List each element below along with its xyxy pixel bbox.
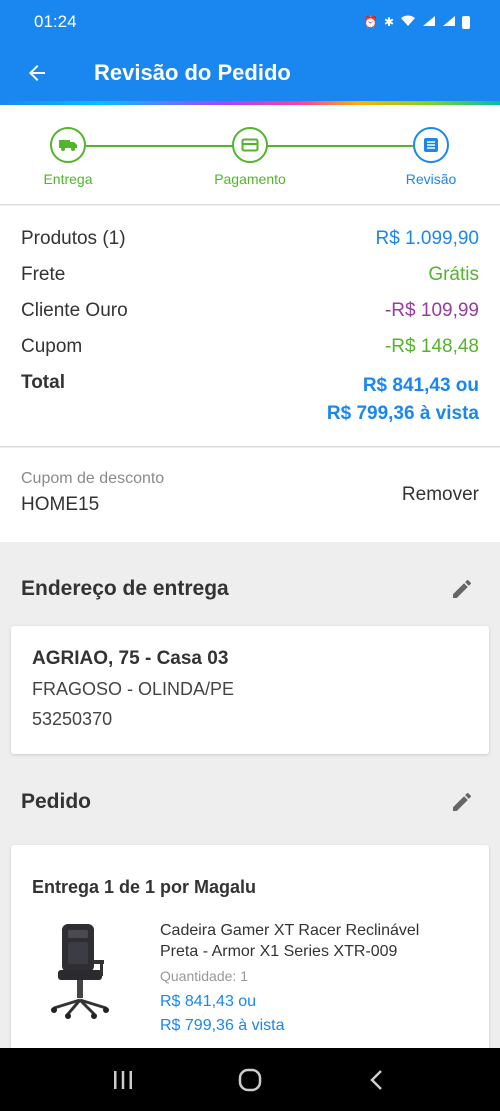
signal-icon	[422, 15, 436, 30]
section-title: Endereço de entrega	[21, 577, 229, 600]
order-summary: Produtos (1) R$ 1.099,90 Frete Grátis Cl…	[0, 206, 500, 447]
address-section-header: Endereço de entrega	[0, 559, 500, 619]
signal-icon-2	[442, 15, 456, 30]
quantity-label: Quantidade:	[160, 968, 237, 984]
edit-address-pencil-icon[interactable]	[448, 575, 476, 603]
home-icon[interactable]	[230, 1060, 270, 1100]
top-bar: 01:24 ⏰ ✱ Revisão do Pedido	[0, 0, 500, 103]
step-revisao[interactable]: Revisão	[371, 127, 491, 187]
summary-value: Grátis	[428, 264, 479, 285]
section-title: Pedido	[21, 790, 92, 813]
back-arrow-icon[interactable]	[24, 60, 50, 86]
bluetooth-icon: ✱	[383, 15, 394, 29]
status-time: 01:24	[34, 12, 77, 31]
wifi-icon	[400, 15, 416, 30]
summary-label: Cliente Ouro	[21, 300, 128, 321]
price-installments: R$ 841,43 ou	[160, 993, 257, 1010]
product-item[interactable]: Cadeira Gamer XT Racer Reclinável Preta …	[32, 920, 468, 1038]
summary-row-products: Produtos (1) R$ 1.099,90	[21, 228, 479, 264]
alarm-icon: ⏰	[362, 15, 378, 29]
summary-value: -R$ 109,99	[384, 300, 479, 321]
status-bar: 01:24 ⏰ ✱	[0, 0, 500, 44]
summary-row-coupon: Cupom -R$ 148,48	[21, 336, 479, 372]
page-title: Revisão do Pedido	[94, 60, 291, 85]
checkout-stepper: Entrega Pagamento Revisão	[0, 105, 500, 205]
address-street: AGRIAO, 75 - Casa 03	[32, 648, 229, 669]
card-icon	[232, 127, 268, 163]
price-cash: R$ 799,36 à vista	[160, 1017, 285, 1034]
product-name: Cadeira Gamer XT Racer Reclinável Preta …	[160, 922, 420, 960]
status-icons: ⏰ ✱	[363, 15, 470, 30]
recent-apps-icon[interactable]	[103, 1060, 143, 1100]
step-label: Pagamento	[214, 171, 286, 187]
product-price: R$ 841,43 ou R$ 799,36 à vista	[160, 990, 450, 1038]
summary-value: R$ 1.099,90	[375, 228, 479, 249]
summary-label: Cupom	[21, 336, 83, 357]
battery-icon	[462, 15, 470, 29]
summary-label: Frete	[21, 264, 66, 285]
address-district-city: FRAGOSO - OLINDA/PE	[32, 679, 235, 699]
summary-row-total: Total R$ 841,43 ou R$ 799,36 à vista	[21, 372, 479, 428]
total-value-cash: R$ 799,36 à vista	[326, 403, 479, 424]
summary-label: Produtos (1)	[21, 228, 126, 249]
summary-row-gold: Cliente Ouro -R$ 109,99	[21, 300, 479, 336]
delivery-label: Entrega 1 de 1 por Magalu	[32, 877, 257, 897]
gaming-chair-image	[40, 920, 120, 1020]
list-icon	[413, 127, 449, 163]
truck-icon	[50, 127, 86, 163]
step-entrega[interactable]: Entrega	[8, 127, 128, 187]
system-nav-bar	[0, 1048, 500, 1111]
address-card: AGRIAO, 75 - Casa 03 FRAGOSO - OLINDA/PE…	[11, 626, 489, 754]
back-icon[interactable]	[357, 1060, 397, 1100]
total-label: Total	[21, 372, 65, 393]
product-quantity: Quantidade: 1	[160, 968, 450, 984]
summary-row-shipping: Frete Grátis	[21, 264, 479, 300]
order-section-header: Pedido	[0, 772, 500, 832]
step-pagamento[interactable]: Pagamento	[190, 127, 310, 187]
total-value-installments: R$ 841,43 ou	[362, 375, 479, 396]
order-card: Entrega 1 de 1 por Magalu Cadeira Gamer …	[11, 845, 489, 1065]
edit-order-pencil-icon[interactable]	[448, 788, 476, 816]
product-info: Cadeira Gamer XT Racer Reclinável Preta …	[160, 920, 450, 1038]
app-bar: Revisão do Pedido	[0, 44, 500, 102]
address-zip: 53250370	[32, 709, 113, 729]
summary-value: -R$ 148,48	[384, 336, 479, 357]
step-label: Revisão	[405, 171, 457, 187]
coupon-section: Cupom de desconto HOME15 Remover	[0, 448, 500, 542]
remove-coupon-button[interactable]: Remover	[402, 484, 479, 506]
total-value: R$ 841,43 ou R$ 799,36 à vista	[327, 372, 479, 428]
quantity-value: 1	[240, 968, 248, 984]
step-label: Entrega	[43, 171, 93, 187]
